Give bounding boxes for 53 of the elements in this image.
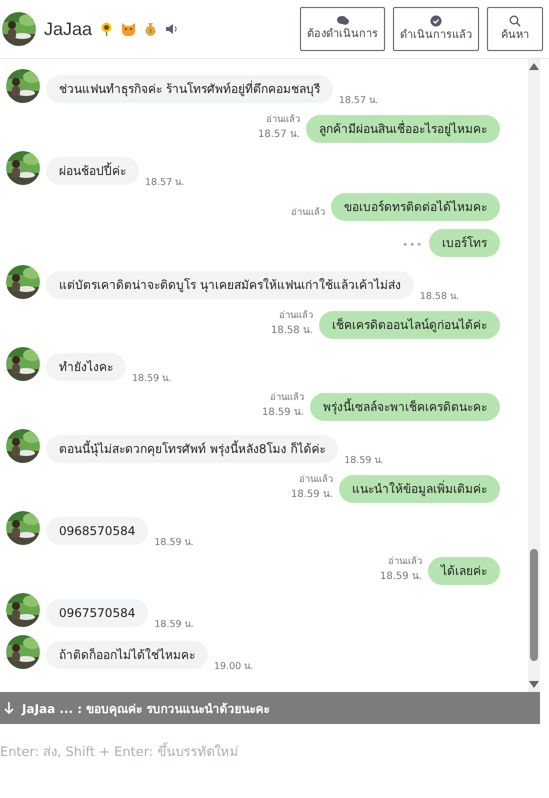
message-time: 18.59 น. <box>262 406 304 419</box>
read-receipt: อ่านแล้ว <box>279 309 313 322</box>
message-bubble: ถ้าติดก็ออกไม่ได้ใช่ไหมคะ <box>46 641 208 669</box>
contact-name: JaJaa <box>44 18 92 40</box>
message-bubble: ช่วนแฟนทำธุรกิจค่ะ ร้านโทรศัพท์อยู่ที่ตึกคอมชลบุรี <box>46 75 333 103</box>
search-icon <box>509 14 521 27</box>
read-receipt: อ่านแล้ว <box>388 555 422 568</box>
message-time: 18.59 น. <box>154 536 194 549</box>
message-bubble: 0968570584 <box>46 517 148 545</box>
message-bubble: ขอเบอร์ดทรติดต่อได้ไหมคะ <box>331 193 500 221</box>
filter-button[interactable]: ต้องดำเนินการ <box>300 7 385 51</box>
cat-icon <box>121 22 136 36</box>
sunflower-icon <box>100 22 114 36</box>
typing-indicator: ••• <box>402 240 423 251</box>
read-receipt: อ่านแล้ว <box>266 113 300 126</box>
message-bubble: 0967570584 <box>46 599 148 627</box>
message-bubble: ตอนนี้นุ๋ไม่สะดวกคุยโทรศัพท์ พรุ่งนี้หลัง8โมง ก็ได้ค่ะ <box>46 435 338 463</box>
message-bubble: ลูกค้ามีผ่อนสินเชื่ออะไรอยู่ไหมคะ <box>306 115 500 143</box>
message-time: 18.57 น. <box>338 94 378 107</box>
read-receipt: อ่านแล้ว <box>299 473 333 486</box>
message-time: 19.00 น. <box>214 660 254 673</box>
message-time: 18.59 น. <box>380 570 422 583</box>
filter-button[interactable]: ดำเนินการแล้ว <box>393 7 479 51</box>
scroll-up-icon[interactable] <box>529 63 539 70</box>
check-bubble-icon <box>430 14 442 27</box>
message-time: 18.58 น. <box>420 290 460 303</box>
message-bubble: พรุ่งนี้เซลล์จะพาเช็คเครดิตนะคะ <box>310 393 500 421</box>
scrollbar[interactable] <box>528 59 540 692</box>
message-bubble: แนะนำให้ข้อมูลเพิ่มเติมค่ะ <box>339 475 500 503</box>
message-bubble: แต่บัตรเคาดิตน่าจะติดบูโร นุาเคยสมัครให้แฟนเก่าใช้แล้วเค้าไม่ส่ง <box>46 271 414 299</box>
money-bag-icon <box>144 22 158 36</box>
read-receipt: อ่านแล้ว <box>270 391 304 404</box>
banner-text: JaJaa ... : ขอบคุณค่ะ รบกวนแนะนำด้วยนะคะ <box>22 700 270 718</box>
message-time: 18.59 น. <box>291 488 333 501</box>
message-bubble: ได้เลยค่ะ <box>428 557 500 585</box>
new-message-banner[interactable]: JaJaa ... : ขอบคุณค่ะ รบกวนแนะนำด้วยนะคะ <box>0 692 540 724</box>
message-time: 18.59 น. <box>132 372 172 385</box>
message-bubble: ผ่อนช้อปปี้ค่ะ <box>46 157 139 185</box>
message-time: 18.59 น. <box>344 454 384 467</box>
message-time: 18.57 น. <box>145 176 184 189</box>
chat-bubbles-icon <box>336 15 348 26</box>
message-time: 18.57 น. <box>258 128 300 141</box>
down-arrow-icon <box>4 702 14 714</box>
message-time: 18.58 น. <box>271 324 313 337</box>
search-button[interactable]: ค้นหา <box>487 7 543 51</box>
message-bubble: เบอร์โทร <box>429 229 500 257</box>
message-bubble: เช็คเครดิตออนไลน์ดูก่อนได้ค่ะ <box>319 311 500 339</box>
scroll-down-icon[interactable] <box>529 681 539 688</box>
scroll-thumb[interactable] <box>530 549 538 661</box>
message-bubble: ทำยังไงคะ <box>46 353 126 381</box>
message-time: 18.59 น. <box>154 618 194 631</box>
read-receipt: อ่านแล้ว <box>291 206 325 219</box>
speaker-icon <box>165 23 180 35</box>
